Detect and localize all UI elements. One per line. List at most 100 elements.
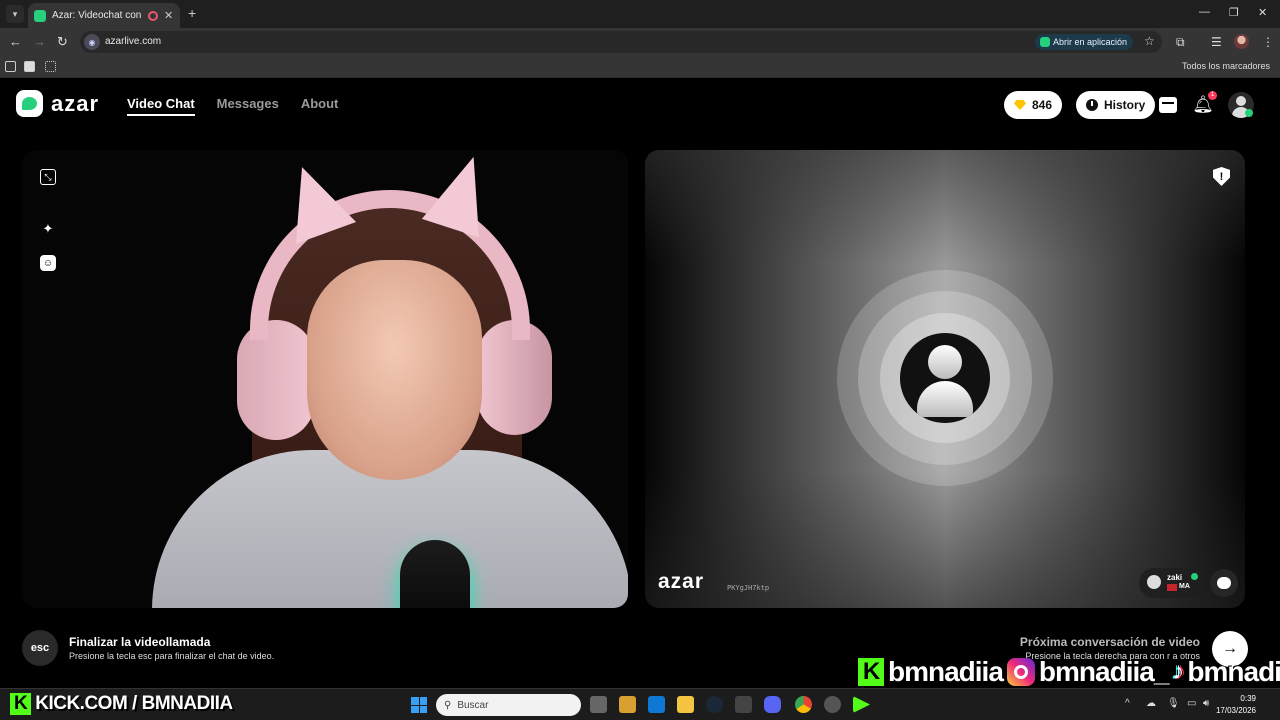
kick-handle: bmnadiia <box>888 656 1004 687</box>
self-camera-feed <box>132 150 628 608</box>
apps-grid-icon[interactable] <box>45 61 56 72</box>
history-button[interactable]: History <box>1076 91 1156 119</box>
effects-wand-icon[interactable]: ✦ <box>40 221 56 237</box>
new-tab-button[interactable]: + <box>188 5 196 21</box>
peer-country: MA <box>1179 583 1190 590</box>
volume-icon[interactable]: 🔊︎ <box>1203 698 1209 709</box>
tiktok-handle: bmnadiia <box>1187 656 1280 687</box>
clock-icon <box>1086 99 1098 111</box>
open-in-app-button[interactable]: Abrir en aplicación <box>1035 34 1134 50</box>
gems-count: 846 <box>1032 98 1053 112</box>
omnibox[interactable]: ◉ azarlive.com Abrir en aplicación ☆ <box>80 31 1162 53</box>
nav-about[interactable]: About <box>301 96 339 116</box>
face-filter-icon[interactable]: ☺ <box>40 255 56 271</box>
microphone-icon[interactable]: 🎙︎ <box>1167 698 1180 709</box>
chat-bubble-icon <box>1217 577 1231 589</box>
discord-icon[interactable] <box>764 696 781 713</box>
chat-button[interactable] <box>1210 569 1238 597</box>
kick-app-icon[interactable] <box>853 696 870 713</box>
kick-url: KICK.COM / BMNADIIA <box>35 693 233 714</box>
bookmark-star-icon[interactable]: ☆ <box>1144 34 1155 48</box>
close-window-button[interactable]: ✕ <box>1258 6 1267 19</box>
media-controls-icon[interactable]: ☰ <box>1211 35 1222 49</box>
tiktok-logo-icon: ♪ <box>1172 658 1184 685</box>
close-tab-icon[interactable]: ✕ <box>164 9 174 22</box>
peer-avatar-icon <box>1147 575 1161 589</box>
kick-logo-icon: K <box>858 658 884 686</box>
partner-placeholder-icon <box>900 333 990 423</box>
bookmarks-bar: Todos los marcadores <box>0 56 1280 78</box>
tray-app-icon[interactable]: ☁ <box>1146 698 1156 709</box>
extensions-icon[interactable]: ⧉ <box>1176 35 1185 50</box>
nav-messages[interactable]: Messages <box>217 96 279 116</box>
main-nav: Video Chat Messages About <box>127 96 338 116</box>
end-call-hint: Presione la tecla esc para finalizar el … <box>69 651 275 661</box>
country-flag-icon <box>1167 584 1177 591</box>
self-video: ⤡ ✦ ☺ <box>22 150 628 608</box>
url-text[interactable]: azarlive.com <box>105 36 161 47</box>
obs-icon[interactable] <box>824 696 841 713</box>
profile-avatar-icon[interactable] <box>1234 34 1249 49</box>
back-button[interactable]: ← <box>9 34 22 49</box>
store-icon[interactable] <box>619 696 636 713</box>
address-bar-row: ← → ↻ ◉ azarlive.com Abrir en aplicación… <box>0 28 1280 56</box>
file-explorer-icon[interactable] <box>677 696 694 713</box>
tab-title: Azar: Videochat con gente <box>52 10 142 21</box>
instagram-handle: bmnadiia_ <box>1038 656 1169 687</box>
maximize-button[interactable]: ❐ <box>1229 6 1239 19</box>
next-chat-title: Próxima conversación de video <box>1019 635 1200 649</box>
end-call-button[interactable]: esc <box>22 630 58 666</box>
minimize-button[interactable]: — <box>1199 6 1210 18</box>
instagram-logo-icon <box>1006 658 1035 686</box>
all-bookmarks-button[interactable]: Todos los marcadores <box>1182 61 1270 71</box>
kick-letter: K <box>10 693 32 715</box>
browser-tab[interactable]: Azar: Videochat con gente ✕ <box>28 3 180 28</box>
partner-session-code: PKYgJH7ktp <box>727 584 770 592</box>
notifications-button[interactable]: 🔔︎ 1 <box>1192 91 1217 115</box>
partner-video: ! azar PKYgJH7ktp zaki MA <box>645 150 1245 608</box>
social-overlay: K bmnadiia bmnadiia_ ♪ bmnadiia <box>858 654 1280 690</box>
kick-url-overlay: K KICK.COM / BMNADIIA <box>10 693 233 715</box>
inbox-button[interactable] <box>1158 95 1178 115</box>
azar-logo-icon <box>16 90 43 117</box>
capture-tool-icon[interactable] <box>735 696 752 713</box>
history-label: History <box>1104 98 1146 112</box>
minimize-video-icon[interactable]: ⤡ <box>40 169 56 185</box>
peer-name: zaki <box>1167 573 1183 582</box>
taskbar: K KICK.COM / BMNADIIA ⚲ Buscar ^ ☁ 🎙︎ ▭ … <box>0 688 1280 720</box>
gem-icon <box>1014 100 1026 110</box>
windows-start-icon[interactable] <box>411 697 427 713</box>
reload-button[interactable]: ↻ <box>57 34 68 50</box>
task-view-icon[interactable] <box>590 696 607 713</box>
bookmark-app-icon[interactable] <box>5 61 16 72</box>
nav-video-chat[interactable]: Video Chat <box>127 96 195 116</box>
azar-logo-text: azar <box>51 90 100 116</box>
outlook-icon[interactable] <box>648 696 665 713</box>
online-status-dot <box>1245 109 1253 117</box>
recording-icon <box>148 10 158 21</box>
inbox-icon <box>1159 97 1177 113</box>
chrome-icon[interactable] <box>795 696 812 713</box>
site-info-icon[interactable]: ◉ <box>84 34 100 50</box>
report-shield-icon[interactable]: ! <box>1213 167 1230 186</box>
peer-verified-icon <box>1191 573 1198 580</box>
azar-logo[interactable]: azar <box>16 90 99 117</box>
steam-icon[interactable] <box>706 696 723 713</box>
network-icon[interactable]: ▭ <box>1187 698 1196 709</box>
azar-page: azar Video Chat Messages About 846 Histo… <box>0 80 1280 688</box>
taskbar-search[interactable]: ⚲ Buscar <box>436 694 581 716</box>
notification-badge: 1 <box>1208 91 1217 100</box>
end-call-title: Finalizar la videollamada <box>69 635 211 649</box>
search-placeholder: Buscar <box>457 699 489 711</box>
gems-button[interactable]: 846 <box>1004 91 1063 119</box>
bookmark-page-icon[interactable] <box>24 61 35 72</box>
azar-favicon-icon <box>34 9 46 22</box>
tab-search-button[interactable]: ▾ <box>6 5 24 23</box>
browser-menu-icon[interactable]: ⋮ <box>1262 35 1274 49</box>
partner-video-logo: azar <box>658 570 705 593</box>
forward-button[interactable]: → <box>33 34 46 49</box>
peer-info-chip[interactable]: zaki MA <box>1139 568 1205 598</box>
taskbar-clock[interactable]: 0:39 17/03/2026 <box>1216 693 1256 717</box>
browser-tab-bar: ▾ Azar: Videochat con gente ✕ + — ❐ ✕ <box>0 0 1280 28</box>
tray-overflow-icon[interactable]: ^ <box>1125 698 1130 709</box>
